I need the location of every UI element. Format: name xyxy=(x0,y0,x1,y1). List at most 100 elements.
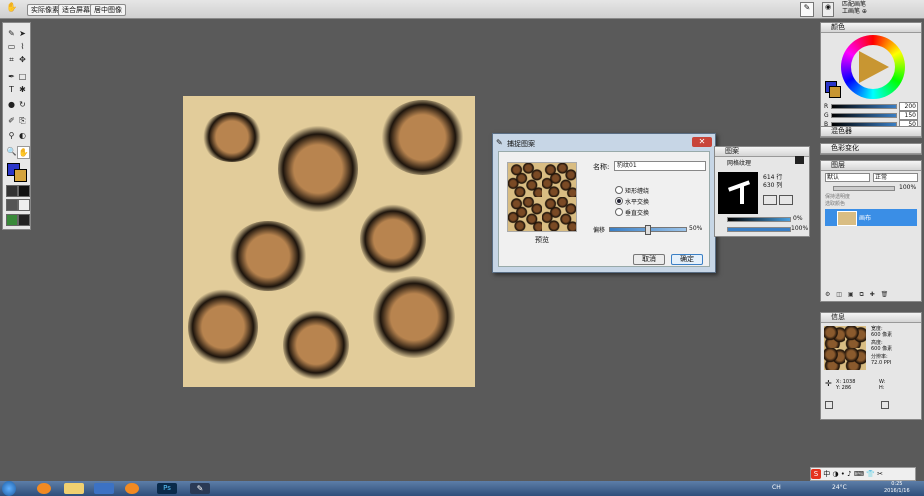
pattern-cols: 630 列 xyxy=(763,182,783,189)
pattern-preview xyxy=(507,162,577,232)
brush-variant-icon[interactable]: ◉ xyxy=(822,2,834,17)
additional-color-swatch[interactable] xyxy=(14,169,27,182)
magnifier-icon[interactable]: 🔍 xyxy=(6,146,17,157)
cloner-icon[interactable]: ⎘ xyxy=(17,115,28,126)
hand-tool-icon[interactable]: ✋ xyxy=(6,3,17,13)
channel-g-value[interactable]: 150 xyxy=(899,111,918,120)
mixer-panel-title: 混色器 xyxy=(831,127,852,135)
saturation-triangle[interactable] xyxy=(859,51,889,83)
color-variability-header[interactable]: 色彩变化 xyxy=(821,144,921,154)
brush-icon[interactable]: ✎ xyxy=(800,2,814,17)
layers-panel-title: 图层 xyxy=(831,161,845,169)
explorer-taskbar-icon[interactable] xyxy=(64,483,84,494)
secondary-color-chip[interactable] xyxy=(829,86,841,98)
lasso-icon[interactable]: ⌇ xyxy=(17,41,28,52)
gradient-selector-icon[interactable] xyxy=(18,185,30,197)
layer-mode-select[interactable]: 默认 xyxy=(825,173,870,182)
rect-select-icon[interactable]: ▭ xyxy=(6,41,17,52)
eraser-icon[interactable]: ✐ xyxy=(6,115,17,126)
preserve-transparency-option[interactable]: 保持透明度 xyxy=(825,193,850,200)
pattern-slider-1[interactable] xyxy=(727,217,791,222)
brush-tool-icon[interactable]: ✎ xyxy=(6,28,17,39)
layer-opacity-value: 100% xyxy=(899,184,917,191)
nozzle-selector-icon[interactable] xyxy=(18,199,30,211)
crop-icon[interactable]: ⌗ xyxy=(6,54,17,65)
color-variability-panel[interactable]: 色彩变化 xyxy=(820,143,922,155)
close-icon[interactable]: ✕ xyxy=(692,137,712,147)
info-y: Y: 286 xyxy=(836,385,852,391)
firefox-taskbar-icon[interactable] xyxy=(37,483,51,494)
text-tool-icon[interactable]: T xyxy=(6,84,17,95)
clock[interactable]: 0:25 2016/1/16 xyxy=(884,481,910,495)
cancel-button[interactable]: 取消 xyxy=(633,254,665,265)
pattern-menu-icon[interactable] xyxy=(795,156,804,164)
info-thumbnail xyxy=(824,326,866,370)
shape-icon[interactable]: □ xyxy=(17,71,28,82)
layers-panel-header[interactable]: 图层 xyxy=(821,161,921,171)
layer-row-canvas[interactable]: 画布 xyxy=(825,209,917,226)
selector-tool-icon[interactable]: ➤ xyxy=(17,28,28,39)
leopard-spot xyxy=(283,310,349,380)
brush-category[interactable]: 匹配画笔 工画笔 ⊕ xyxy=(842,1,867,15)
blend-mode-select[interactable]: 正常 xyxy=(873,173,918,182)
channel-r-value[interactable]: 200 xyxy=(899,102,918,111)
pattern-grid-icon[interactable] xyxy=(779,195,793,205)
channel-g-slider[interactable] xyxy=(831,113,897,118)
center-image-button[interactable]: 居中图像 xyxy=(90,4,126,16)
rect-wrap-radio[interactable] xyxy=(615,186,623,194)
mixer-panel[interactable]: 混色器 xyxy=(820,126,922,138)
vertical-shift-radio[interactable] xyxy=(615,208,623,216)
fit-screen-button[interactable]: 适合屏幕 xyxy=(58,4,94,16)
leopard-spot xyxy=(278,124,358,214)
start-button-icon[interactable] xyxy=(2,481,16,496)
transform-icon[interactable]: ✥ xyxy=(17,54,28,65)
pattern-selector-icon[interactable] xyxy=(6,199,18,211)
offset-slider-thumb[interactable] xyxy=(645,225,651,235)
look-selector-icon[interactable] xyxy=(6,214,18,226)
dodge-icon[interactable]: ◐ xyxy=(17,130,28,141)
pattern-slider-2[interactable] xyxy=(727,227,791,232)
pattern-thumbnail xyxy=(718,172,758,214)
word-taskbar-icon[interactable] xyxy=(94,483,114,494)
pattern-subtitle: 网格纹理 xyxy=(727,160,752,167)
paint-bucket-icon[interactable]: ● xyxy=(6,99,17,110)
paper-selector-icon[interactable] xyxy=(6,185,18,197)
weaving-selector-icon[interactable] xyxy=(18,214,30,226)
ime-toolbar[interactable]: S 中 ◑ • ♪ ⌨ 👕 ✂ xyxy=(810,467,916,481)
sogou-icon[interactable]: S xyxy=(811,469,821,479)
photoshop-taskbar-icon[interactable]: Ps xyxy=(157,483,177,494)
capture-pattern-dialog: ✎ 捕捉图案 ✕ 预览 名称: 豹纹01 矩形缠绕 水平交换 垂直交换 偏移 5… xyxy=(492,133,716,273)
mixer-panel-header[interactable]: 混色器 xyxy=(821,127,921,137)
info-panel-header[interactable]: 信息 xyxy=(821,313,921,323)
pen-icon[interactable]: ✒ xyxy=(6,71,17,82)
magic-wand-icon[interactable]: ✱ xyxy=(17,84,28,95)
painter-taskbar-icon[interactable]: ✎ xyxy=(190,483,210,494)
dropper-icon[interactable]: ⚲ xyxy=(6,130,17,141)
rotate-page-icon[interactable]: ↻ xyxy=(17,99,28,110)
pattern-name-input[interactable]: 豹纹01 xyxy=(614,161,706,171)
clock-date: 2016/1/16 xyxy=(884,488,910,494)
canvas-document[interactable] xyxy=(183,96,475,387)
leopard-spot xyxy=(360,204,426,274)
layer-thumbnail xyxy=(837,211,857,226)
brush-variant-label: 工画笔 ⊕ xyxy=(842,8,867,15)
pick-color-option[interactable]: 选取颜色 xyxy=(825,200,845,207)
ok-button[interactable]: 确定 xyxy=(671,254,703,265)
lang-indicator[interactable]: CH xyxy=(772,484,781,491)
ime-lang-label[interactable]: 中 xyxy=(823,470,830,478)
offset-slider[interactable] xyxy=(609,225,687,235)
selection-width-icon xyxy=(825,401,833,409)
hue-ring[interactable] xyxy=(841,35,905,99)
channel-r-slider[interactable] xyxy=(831,104,897,109)
horizontal-shift-radio[interactable] xyxy=(615,197,623,205)
browser-taskbar-icon[interactable] xyxy=(125,483,139,494)
pattern-tile-icon[interactable] xyxy=(763,195,777,205)
cursor-icon: ✛ xyxy=(825,379,832,388)
grabber-icon[interactable]: ✋ xyxy=(17,146,30,159)
info-height: 高度: 600 像素 xyxy=(871,340,893,352)
taskbar: Ps ✎ CH 24°C 0:25 2016/1/16 xyxy=(0,481,924,496)
layer-command-icons[interactable]: ⚙ ◫ ▣ ⧉ ✚ 🗑 xyxy=(825,291,917,298)
vertical-shift-label: 垂直交换 xyxy=(625,210,650,217)
color-panel-header[interactable]: 颜色 xyxy=(821,23,921,33)
layer-opacity-slider[interactable] xyxy=(833,186,895,191)
